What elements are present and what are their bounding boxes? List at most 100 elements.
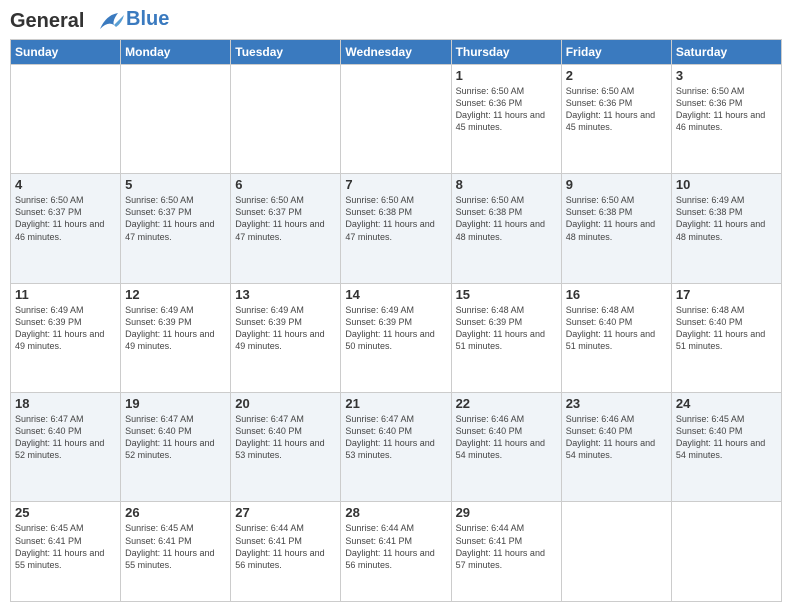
col-tuesday: Tuesday	[231, 39, 341, 64]
col-friday: Friday	[561, 39, 671, 64]
day-info: Sunrise: 6:48 AM Sunset: 6:39 PM Dayligh…	[456, 304, 557, 353]
day-info: Sunrise: 6:44 AM Sunset: 6:41 PM Dayligh…	[456, 522, 557, 571]
day-info: Sunrise: 6:48 AM Sunset: 6:40 PM Dayligh…	[676, 304, 777, 353]
day-number: 21	[345, 396, 446, 411]
day-number: 17	[676, 287, 777, 302]
day-info: Sunrise: 6:47 AM Sunset: 6:40 PM Dayligh…	[235, 413, 336, 462]
day-info: Sunrise: 6:49 AM Sunset: 6:39 PM Dayligh…	[15, 304, 116, 353]
day-info: Sunrise: 6:50 AM Sunset: 6:36 PM Dayligh…	[456, 85, 557, 134]
table-row: 5 Sunrise: 6:50 AM Sunset: 6:37 PM Daylig…	[121, 174, 231, 283]
day-number: 18	[15, 396, 116, 411]
day-info: Sunrise: 6:47 AM Sunset: 6:40 PM Dayligh…	[345, 413, 446, 462]
day-info: Sunrise: 6:50 AM Sunset: 6:37 PM Dayligh…	[125, 194, 226, 243]
day-number: 13	[235, 287, 336, 302]
day-info: Sunrise: 6:45 AM Sunset: 6:41 PM Dayligh…	[15, 522, 116, 571]
day-number: 15	[456, 287, 557, 302]
day-number: 1	[456, 68, 557, 83]
table-row: 13 Sunrise: 6:49 AM Sunset: 6:39 PM Dayli…	[231, 283, 341, 392]
day-number: 11	[15, 287, 116, 302]
day-number: 6	[235, 177, 336, 192]
day-info: Sunrise: 6:50 AM Sunset: 6:38 PM Dayligh…	[345, 194, 446, 243]
table-row	[561, 502, 671, 602]
day-number: 9	[566, 177, 667, 192]
day-info: Sunrise: 6:49 AM Sunset: 6:38 PM Dayligh…	[676, 194, 777, 243]
table-row	[121, 64, 231, 173]
table-row: 17 Sunrise: 6:48 AM Sunset: 6:40 PM Dayli…	[671, 283, 781, 392]
day-info: Sunrise: 6:47 AM Sunset: 6:40 PM Dayligh…	[15, 413, 116, 462]
table-row: 6 Sunrise: 6:50 AM Sunset: 6:37 PM Daylig…	[231, 174, 341, 283]
day-info: Sunrise: 6:48 AM Sunset: 6:40 PM Dayligh…	[566, 304, 667, 353]
day-number: 19	[125, 396, 226, 411]
day-number: 27	[235, 505, 336, 520]
table-row: 11 Sunrise: 6:49 AM Sunset: 6:39 PM Dayli…	[11, 283, 121, 392]
day-number: 10	[676, 177, 777, 192]
col-wednesday: Wednesday	[341, 39, 451, 64]
page: General Blue Sunday Monday Tuesday	[0, 0, 792, 612]
day-info: Sunrise: 6:44 AM Sunset: 6:41 PM Dayligh…	[235, 522, 336, 571]
day-number: 22	[456, 396, 557, 411]
header: General Blue	[10, 10, 782, 33]
table-row: 21 Sunrise: 6:47 AM Sunset: 6:40 PM Dayli…	[341, 393, 451, 502]
table-row	[671, 502, 781, 602]
day-number: 14	[345, 287, 446, 302]
table-row	[231, 64, 341, 173]
calendar-table: Sunday Monday Tuesday Wednesday Thursday…	[10, 39, 782, 602]
table-row: 28Sunrise: 6:44 AM Sunset: 6:41 PM Dayli…	[341, 502, 451, 602]
day-info: Sunrise: 6:49 AM Sunset: 6:39 PM Dayligh…	[235, 304, 336, 353]
table-row	[11, 64, 121, 173]
table-row: 10 Sunrise: 6:49 AM Sunset: 6:38 PM Dayli…	[671, 174, 781, 283]
day-info: Sunrise: 6:47 AM Sunset: 6:40 PM Dayligh…	[125, 413, 226, 462]
table-row: 3 Sunrise: 6:50 AM Sunset: 6:36 PM Daylig…	[671, 64, 781, 173]
day-info: Sunrise: 6:49 AM Sunset: 6:39 PM Dayligh…	[125, 304, 226, 353]
day-info: Sunrise: 6:50 AM Sunset: 6:38 PM Dayligh…	[566, 194, 667, 243]
day-number: 12	[125, 287, 226, 302]
table-row: 16 Sunrise: 6:48 AM Sunset: 6:40 PM Dayli…	[561, 283, 671, 392]
day-number: 20	[235, 396, 336, 411]
table-row: 8Sunrise: 6:50 AM Sunset: 6:38 PM Daylig…	[451, 174, 561, 283]
table-row: 14 Sunrise: 6:49 AM Sunset: 6:39 PM Dayli…	[341, 283, 451, 392]
day-number: 4	[15, 177, 116, 192]
table-row: 20 Sunrise: 6:47 AM Sunset: 6:40 PM Dayli…	[231, 393, 341, 502]
day-number: 16	[566, 287, 667, 302]
day-info: Sunrise: 6:50 AM Sunset: 6:37 PM Dayligh…	[235, 194, 336, 243]
table-row	[341, 64, 451, 173]
table-row: 26Sunrise: 6:45 AM Sunset: 6:41 PM Dayli…	[121, 502, 231, 602]
calendar-header-row: Sunday Monday Tuesday Wednesday Thursday…	[11, 39, 782, 64]
day-info: Sunrise: 6:46 AM Sunset: 6:40 PM Dayligh…	[566, 413, 667, 462]
day-number: 25	[15, 505, 116, 520]
day-info: Sunrise: 6:50 AM Sunset: 6:37 PM Dayligh…	[15, 194, 116, 243]
table-row: 18 Sunrise: 6:47 AM Sunset: 6:40 PM Dayli…	[11, 393, 121, 502]
day-info: Sunrise: 6:50 AM Sunset: 6:36 PM Dayligh…	[566, 85, 667, 134]
table-row: 29 Sunrise: 6:44 AM Sunset: 6:41 PM Dayli…	[451, 502, 561, 602]
col-sunday: Sunday	[11, 39, 121, 64]
table-row: 24Sunrise: 6:45 AM Sunset: 6:40 PM Dayli…	[671, 393, 781, 502]
day-info: Sunrise: 6:44 AM Sunset: 6:41 PM Dayligh…	[345, 522, 446, 571]
col-monday: Monday	[121, 39, 231, 64]
table-row: 1 Sunrise: 6:50 AM Sunset: 6:36 PM Daylig…	[451, 64, 561, 173]
table-row: 4 Sunrise: 6:50 AM Sunset: 6:37 PM Daylig…	[11, 174, 121, 283]
day-info: Sunrise: 6:49 AM Sunset: 6:39 PM Dayligh…	[345, 304, 446, 353]
table-row: 25 Sunrise: 6:45 AM Sunset: 6:41 PM Dayli…	[11, 502, 121, 602]
table-row: 19 Sunrise: 6:47 AM Sunset: 6:40 PM Dayli…	[121, 393, 231, 502]
col-thursday: Thursday	[451, 39, 561, 64]
table-row: 12 Sunrise: 6:49 AM Sunset: 6:39 PM Dayli…	[121, 283, 231, 392]
day-number: 23	[566, 396, 667, 411]
col-saturday: Saturday	[671, 39, 781, 64]
day-number: 29	[456, 505, 557, 520]
logo: General Blue	[10, 10, 169, 33]
logo-bird-icon	[92, 11, 124, 33]
logo-blue: Blue	[126, 8, 169, 31]
day-info: Sunrise: 6:50 AM Sunset: 6:38 PM Dayligh…	[456, 194, 557, 243]
table-row: 23 Sunrise: 6:46 AM Sunset: 6:40 PM Dayli…	[561, 393, 671, 502]
day-number: 7	[345, 177, 446, 192]
day-number: 3	[676, 68, 777, 83]
day-info: Sunrise: 6:45 AM Sunset: 6:40 PM Dayligh…	[676, 413, 777, 462]
day-info: Sunrise: 6:46 AM Sunset: 6:40 PM Dayligh…	[456, 413, 557, 462]
day-number: 2	[566, 68, 667, 83]
day-number: 26	[125, 505, 226, 520]
day-info: Sunrise: 6:50 AM Sunset: 6:36 PM Dayligh…	[676, 85, 777, 134]
day-number: 5	[125, 177, 226, 192]
table-row: 2 Sunrise: 6:50 AM Sunset: 6:36 PM Daylig…	[561, 64, 671, 173]
table-row: 7 Sunrise: 6:50 AM Sunset: 6:38 PM Daylig…	[341, 174, 451, 283]
table-row: 27 Sunrise: 6:44 AM Sunset: 6:41 PM Dayli…	[231, 502, 341, 602]
